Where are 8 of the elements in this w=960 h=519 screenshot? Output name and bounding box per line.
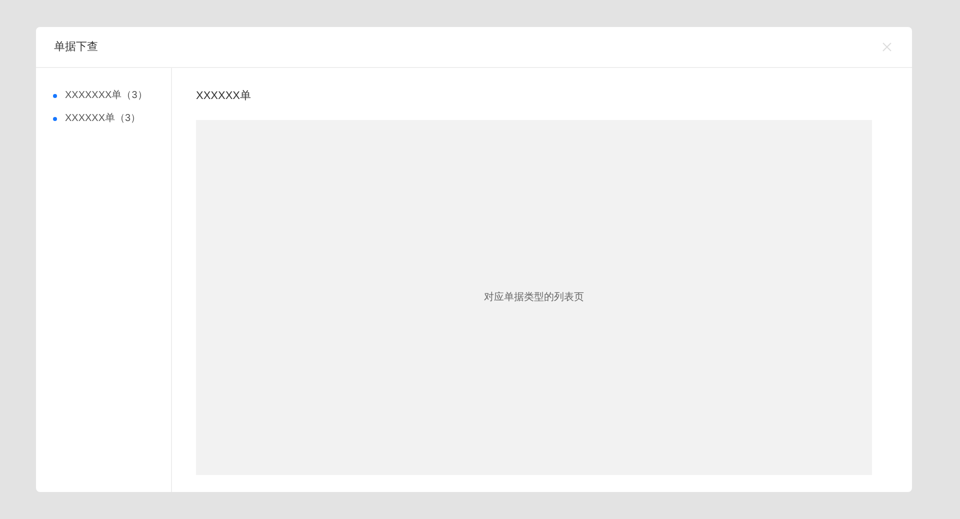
sidebar-item[interactable]: XXXXXX单（3） bbox=[53, 111, 171, 126]
close-icon[interactable] bbox=[882, 42, 892, 52]
placeholder-text: 对应单据类型的列表页 bbox=[484, 290, 584, 305]
bullet-icon bbox=[53, 94, 57, 98]
dialog-title: 单据下查 bbox=[54, 40, 98, 55]
content-title: XXXXXX单 bbox=[196, 89, 252, 104]
bullet-icon bbox=[53, 116, 57, 120]
sidebar-item[interactable]: XXXXXXX单（3） bbox=[53, 88, 171, 103]
